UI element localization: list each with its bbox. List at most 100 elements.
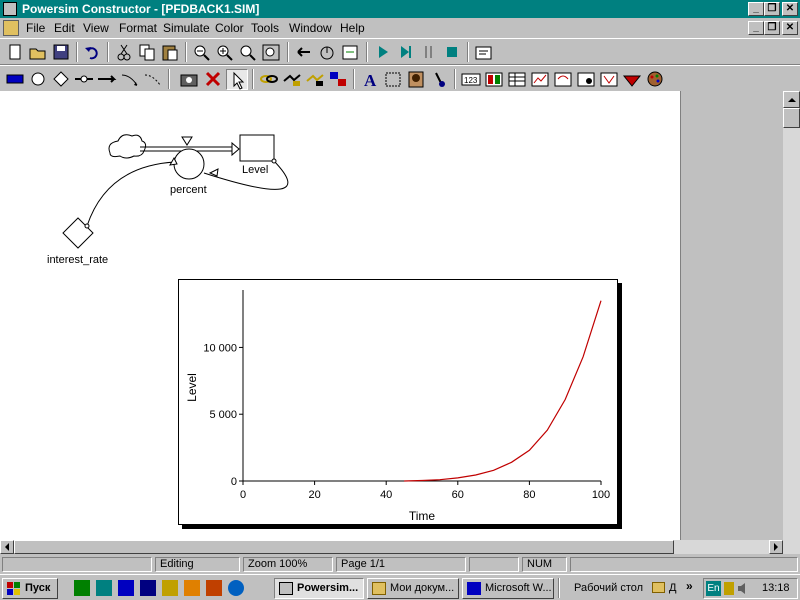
menu-help[interactable]: Help: [340, 21, 365, 35]
mdi-restore-button[interactable]: ❐: [764, 21, 780, 35]
menu-tools[interactable]: Tools: [251, 21, 279, 35]
palette-icon[interactable]: [644, 69, 666, 90]
maximize-button[interactable]: ❐: [764, 2, 780, 16]
step-icon[interactable]: [339, 42, 361, 63]
mdi-close-button[interactable]: ✕: [782, 21, 798, 35]
diamond-icon[interactable]: [621, 69, 643, 90]
frame-tool-icon[interactable]: [382, 69, 404, 90]
cut-icon[interactable]: [113, 42, 135, 63]
flow-with-rate-icon[interactable]: [96, 69, 118, 90]
pointer-icon[interactable]: [226, 69, 248, 90]
quicklaunch-access-icon[interactable]: [140, 580, 156, 596]
time-graph[interactable]: 0 20 40 60 80 100 0 5 000 10 000 Time Level: [178, 279, 618, 525]
open-icon[interactable]: [27, 42, 49, 63]
vertical-scrollbar[interactable]: [783, 91, 800, 540]
chevron-icon[interactable]: »: [686, 579, 693, 593]
desktop-toolbar-label[interactable]: Рабочий стол: [574, 582, 643, 594]
loop-icon[interactable]: [281, 69, 303, 90]
folder-label[interactable]: Д: [669, 582, 676, 594]
task-powersim[interactable]: Powersim...: [274, 578, 364, 599]
menu-window[interactable]: Window: [289, 21, 332, 35]
desktop-folder-icon[interactable]: [652, 582, 665, 593]
menu-color[interactable]: Color: [215, 21, 244, 35]
language-indicator[interactable]: En: [706, 581, 721, 596]
quicklaunch-binder-icon[interactable]: [162, 580, 178, 596]
scroll-left-button[interactable]: [0, 540, 14, 554]
time-graph-icon[interactable]: [529, 69, 551, 90]
app-icon[interactable]: [3, 2, 17, 16]
flow-tool-icon[interactable]: [73, 69, 95, 90]
taskbar: Пуск Powersim... Мои докум... Microsoft …: [0, 574, 800, 600]
play-icon[interactable]: [372, 42, 394, 63]
quicklaunch-outlook-icon[interactable]: [206, 580, 222, 596]
close-button[interactable]: ✕: [782, 2, 798, 16]
quicklaunch-x-icon[interactable]: [96, 580, 112, 596]
hscroll-thumb[interactable]: [14, 540, 674, 554]
status-extra: [570, 557, 798, 572]
delayed-link-icon[interactable]: [142, 69, 164, 90]
zoom-in-icon[interactable]: [214, 42, 236, 63]
copy-icon[interactable]: [136, 42, 158, 63]
menu-edit[interactable]: Edit: [54, 21, 75, 35]
status-zoom: Zoom 100%: [243, 557, 333, 572]
quicklaunch-word-icon[interactable]: [118, 580, 134, 596]
menu-view[interactable]: View: [83, 21, 109, 35]
start-button[interactable]: Пуск: [2, 578, 58, 599]
document-icon[interactable]: [3, 20, 19, 36]
switch-icon[interactable]: [575, 69, 597, 90]
scroll-up-button[interactable]: [783, 91, 800, 108]
dataset-icon[interactable]: [598, 69, 620, 90]
table-icon[interactable]: [506, 69, 528, 90]
quicklaunch-ie-icon[interactable]: [228, 580, 244, 596]
step-back-icon[interactable]: [293, 42, 315, 63]
new-icon[interactable]: [4, 42, 26, 63]
undo-icon[interactable]: [82, 42, 104, 63]
quicklaunch-excel-icon[interactable]: [74, 580, 90, 596]
zoom-icon[interactable]: [237, 42, 259, 63]
pause-icon[interactable]: [418, 42, 440, 63]
quicklaunch-pencil-icon[interactable]: [184, 580, 200, 596]
delete-icon[interactable]: [202, 69, 224, 90]
scatter-icon[interactable]: [552, 69, 574, 90]
zoom-out-icon[interactable]: [191, 42, 213, 63]
horizontal-scrollbar[interactable]: [0, 540, 800, 554]
task-my-documents[interactable]: Мои докум...: [367, 578, 459, 599]
gray-margin: [680, 91, 783, 540]
menu-file[interactable]: File: [26, 21, 45, 35]
level-tool-icon[interactable]: [4, 69, 26, 90]
network-icon[interactable]: [327, 69, 349, 90]
reset-icon[interactable]: [316, 42, 338, 63]
menu-format[interactable]: Format: [119, 21, 157, 35]
slider-icon[interactable]: [483, 69, 505, 90]
picture-tool-icon[interactable]: [405, 69, 427, 90]
volume-icon[interactable]: [737, 582, 749, 595]
snapshot-icon[interactable]: [178, 69, 200, 90]
number-icon[interactable]: 123: [460, 69, 482, 90]
properties-icon[interactable]: [473, 42, 495, 63]
paste-icon[interactable]: [159, 42, 181, 63]
scroll-thumb[interactable]: [783, 108, 800, 128]
y-tick-label: 0: [231, 476, 237, 488]
title-bar[interactable]: Powersim Constructor - [PFDBACK1.SIM] _ …: [0, 0, 800, 18]
auxiliary-tool-icon[interactable]: [27, 69, 49, 90]
constant-tool-icon[interactable]: [50, 69, 72, 90]
start-label: Пуск: [25, 582, 51, 594]
scroll-right-button[interactable]: [769, 540, 783, 554]
model-canvas[interactable]: Level percent interest_rate 0 20 40 60 80 100…: [0, 91, 680, 540]
menu-simulate[interactable]: Simulate: [163, 21, 210, 35]
series-line: [404, 300, 602, 482]
mdi-minimize-button[interactable]: _: [748, 21, 764, 35]
task-word[interactable]: Microsoft W...: [462, 578, 554, 599]
stop-icon[interactable]: [441, 42, 463, 63]
save-icon[interactable]: [50, 42, 72, 63]
tray-app-icon[interactable]: [724, 582, 734, 595]
zoom-fit-icon[interactable]: [260, 42, 282, 63]
step-forward-icon[interactable]: [395, 42, 417, 63]
probe-icon[interactable]: [428, 69, 450, 90]
chain-icon[interactable]: [258, 69, 280, 90]
text-tool-icon[interactable]: A: [359, 69, 381, 90]
link-tool-icon[interactable]: [119, 69, 141, 90]
folder-icon: [372, 582, 386, 595]
loop2-icon[interactable]: [304, 69, 326, 90]
minimize-button[interactable]: _: [748, 2, 764, 16]
